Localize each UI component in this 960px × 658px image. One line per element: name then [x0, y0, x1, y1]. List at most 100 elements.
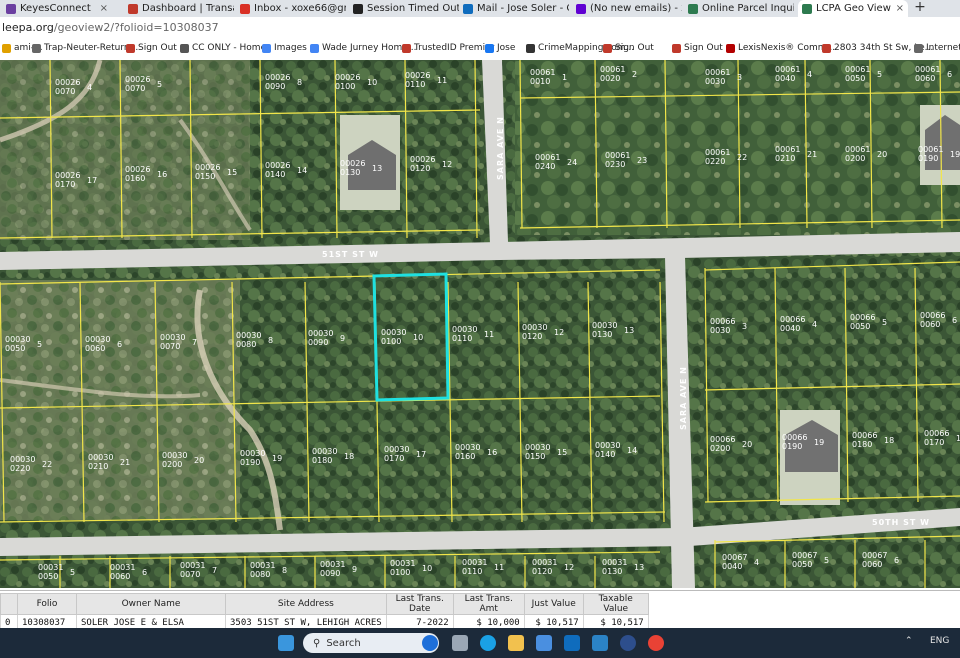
parcel-subfolio-label[interactable]: 0210 — [88, 462, 108, 471]
parcel-folio-label[interactable]: 00031 — [180, 561, 205, 570]
parcel-folio-label[interactable]: 00026 — [265, 73, 290, 82]
parcel-subfolio-label[interactable]: 0220 — [705, 157, 725, 166]
parcel-folio-label[interactable]: 00061 — [705, 68, 730, 77]
windows-start-icon[interactable] — [278, 635, 294, 651]
parcel-subfolio-label[interactable]: 0150 — [195, 172, 215, 181]
parcel-subfolio-label[interactable]: 0060 — [85, 344, 105, 353]
parcel-subfolio-label[interactable]: 0180 — [852, 440, 872, 449]
parcel-subfolio-label[interactable]: 0190 — [918, 154, 938, 163]
browser-tab[interactable]: Mail - Jose Soler - O× — [459, 0, 569, 17]
parcel-folio-label[interactable]: 00026 — [125, 75, 150, 84]
address-bar[interactable]: leepa.org/geoview2/?folioid=10308037 — [0, 17, 960, 40]
bookmark-item[interactable]: Images — [262, 43, 307, 53]
parcel-folio-label[interactable]: 00031 — [38, 563, 63, 572]
parcel-folio-label[interactable]: 00026 — [125, 165, 150, 174]
col-header-site-address[interactable]: Site Address — [225, 593, 387, 615]
parcel-folio-label[interactable]: 00030 — [595, 441, 620, 450]
parcel-folio-label[interactable]: 00030 — [308, 329, 333, 338]
parcel-subfolio-label[interactable]: 0130 — [592, 330, 612, 339]
browser-tab[interactable]: Session Timed Out× — [349, 0, 459, 17]
parcel-folio-label[interactable]: 00030 — [455, 443, 480, 452]
browser-tab[interactable]: (No new emails) - xo× — [572, 0, 682, 17]
parcel-folio-label[interactable]: 00026 — [335, 73, 360, 82]
parcel-subfolio-label[interactable]: 0030 — [710, 326, 730, 335]
parcel-subfolio-label[interactable]: 0120 — [410, 164, 430, 173]
parcel-subfolio-label[interactable]: 0180 — [312, 456, 332, 465]
parcel-subfolio-label[interactable]: 0040 — [775, 74, 795, 83]
bookmark-item[interactable]: Wade Jurney Home... — [310, 43, 416, 53]
parcel-folio-label[interactable]: 00026 — [340, 159, 365, 168]
parcel-subfolio-label[interactable]: 0200 — [845, 154, 865, 163]
parcel-folio-label[interactable]: 00030 — [452, 325, 477, 334]
parcel-folio-label[interactable]: 00031 — [462, 558, 487, 567]
new-tab-button[interactable]: + — [912, 0, 928, 17]
parcel-subfolio-label[interactable]: 0040 — [722, 562, 742, 571]
parcel-subfolio-label[interactable]: 0090 — [320, 569, 340, 578]
parcel-subfolio-label[interactable]: 0090 — [308, 338, 328, 347]
browser-tab[interactable]: LCPA Geo View × — [798, 0, 908, 17]
col-header-just-value[interactable]: Just Value — [523, 593, 584, 615]
parcel-folio-label[interactable]: 00030 — [525, 443, 550, 452]
parcel-subfolio-label[interactable]: 0190 — [782, 442, 802, 451]
parcel-folio-label[interactable]: 00030 — [160, 333, 185, 342]
parcel-subfolio-label[interactable]: 0110 — [452, 334, 472, 343]
bookmark-item[interactable]: LexisNexis® Comm... — [726, 43, 835, 53]
parcel-subfolio-label[interactable]: 0110 — [462, 567, 482, 576]
language-indicator[interactable]: ENG — [930, 636, 949, 646]
parcel-folio-label[interactable]: 00031 — [532, 558, 557, 567]
task-view-icon[interactable] — [452, 635, 468, 651]
parcel-subfolio-label[interactable]: 0040 — [780, 324, 800, 333]
browser-tab[interactable]: Dashboard | Transacti× — [124, 0, 234, 17]
chrome-icon[interactable] — [648, 635, 664, 651]
parcel-subfolio-label[interactable]: 0050 — [38, 572, 58, 581]
bookmark-item[interactable]: Trap-Neuter-Return... — [32, 43, 138, 53]
parcel-folio-label[interactable]: 00026 — [405, 71, 430, 80]
parcel-folio-label[interactable]: 00030 — [381, 328, 406, 337]
parcel-subfolio-label[interactable]: 0170 — [55, 180, 75, 189]
parcel-subfolio-label[interactable]: 0140 — [595, 450, 615, 459]
parcel-subfolio-label[interactable]: 0160 — [125, 174, 145, 183]
parcel-subfolio-label[interactable]: 0060 — [920, 320, 940, 329]
outlook-icon[interactable] — [564, 635, 580, 651]
bookmark-item[interactable]: Sign Out — [672, 43, 723, 53]
col-header-taxable-value[interactable]: Taxable Value — [582, 593, 649, 615]
parcel-folio-label[interactable]: 00066 — [710, 435, 735, 444]
parcel-folio-label[interactable]: 00061 — [535, 153, 560, 162]
bookmark-item[interactable]: Internet H — [914, 43, 960, 53]
parcel-subfolio-label[interactable]: 0050 — [850, 322, 870, 331]
url-text[interactable]: leepa.org/geoview2/?folioid=10308037 — [2, 21, 219, 34]
parcel-folio-label[interactable]: 00030 — [522, 323, 547, 332]
parcel-subfolio-label[interactable]: 0230 — [605, 160, 625, 169]
parcel-subfolio-label[interactable]: 0090 — [265, 82, 285, 91]
parcel-folio-label[interactable]: 00026 — [55, 171, 80, 180]
col-header-row-index[interactable] — [0, 593, 18, 615]
parcel-folio-label[interactable]: 00061 — [775, 65, 800, 74]
parcel-folio-label[interactable]: 00030 — [5, 335, 30, 344]
parcel-subfolio-label[interactable]: 0060 — [110, 572, 130, 581]
parcel-subfolio-label[interactable]: 0060 — [915, 74, 935, 83]
edge-icon[interactable] — [480, 635, 496, 651]
parcel-subfolio-label[interactable]: 0070 — [125, 84, 145, 93]
parcel-subfolio-label[interactable]: 0170 — [924, 438, 944, 447]
parcel-subfolio-label[interactable]: 0070 — [55, 87, 75, 96]
parcel-folio-label[interactable]: 00067 — [862, 551, 887, 560]
parcel-subfolio-label[interactable]: 0120 — [522, 332, 542, 341]
col-header-owner-name[interactable]: Owner Name — [76, 593, 226, 615]
parcel-folio-label[interactable]: 00026 — [265, 161, 290, 170]
parcel-folio-label[interactable]: 00061 — [600, 65, 625, 74]
col-header-last-trans-date[interactable]: Last Trans. Date — [385, 593, 454, 615]
browser-tab[interactable]: KeyesConnect × — [2, 0, 112, 17]
parcel-subfolio-label[interactable]: 0240 — [535, 162, 555, 171]
parcel-folio-label[interactable]: 00030 — [240, 449, 265, 458]
parcel-subfolio-label[interactable]: 0220 — [10, 464, 30, 473]
parcel-folio-label[interactable]: 00031 — [250, 561, 275, 570]
parcel-subfolio-label[interactable]: 0190 — [240, 458, 260, 467]
parcel-subfolio-label[interactable]: 0070 — [180, 570, 200, 579]
parcel-folio-label[interactable]: 00031 — [110, 563, 135, 572]
parcel-folio-label[interactable]: 00031 — [320, 560, 345, 569]
parcel-folio-label[interactable]: 00061 — [918, 145, 943, 154]
parcel-subfolio-label[interactable]: 0130 — [602, 567, 622, 576]
parcel-subfolio-label[interactable]: 0160 — [455, 452, 475, 461]
parcel-folio-label[interactable]: 00061 — [705, 148, 730, 157]
browser-tab[interactable]: Inbox - xoxe66@gm× — [236, 0, 346, 17]
